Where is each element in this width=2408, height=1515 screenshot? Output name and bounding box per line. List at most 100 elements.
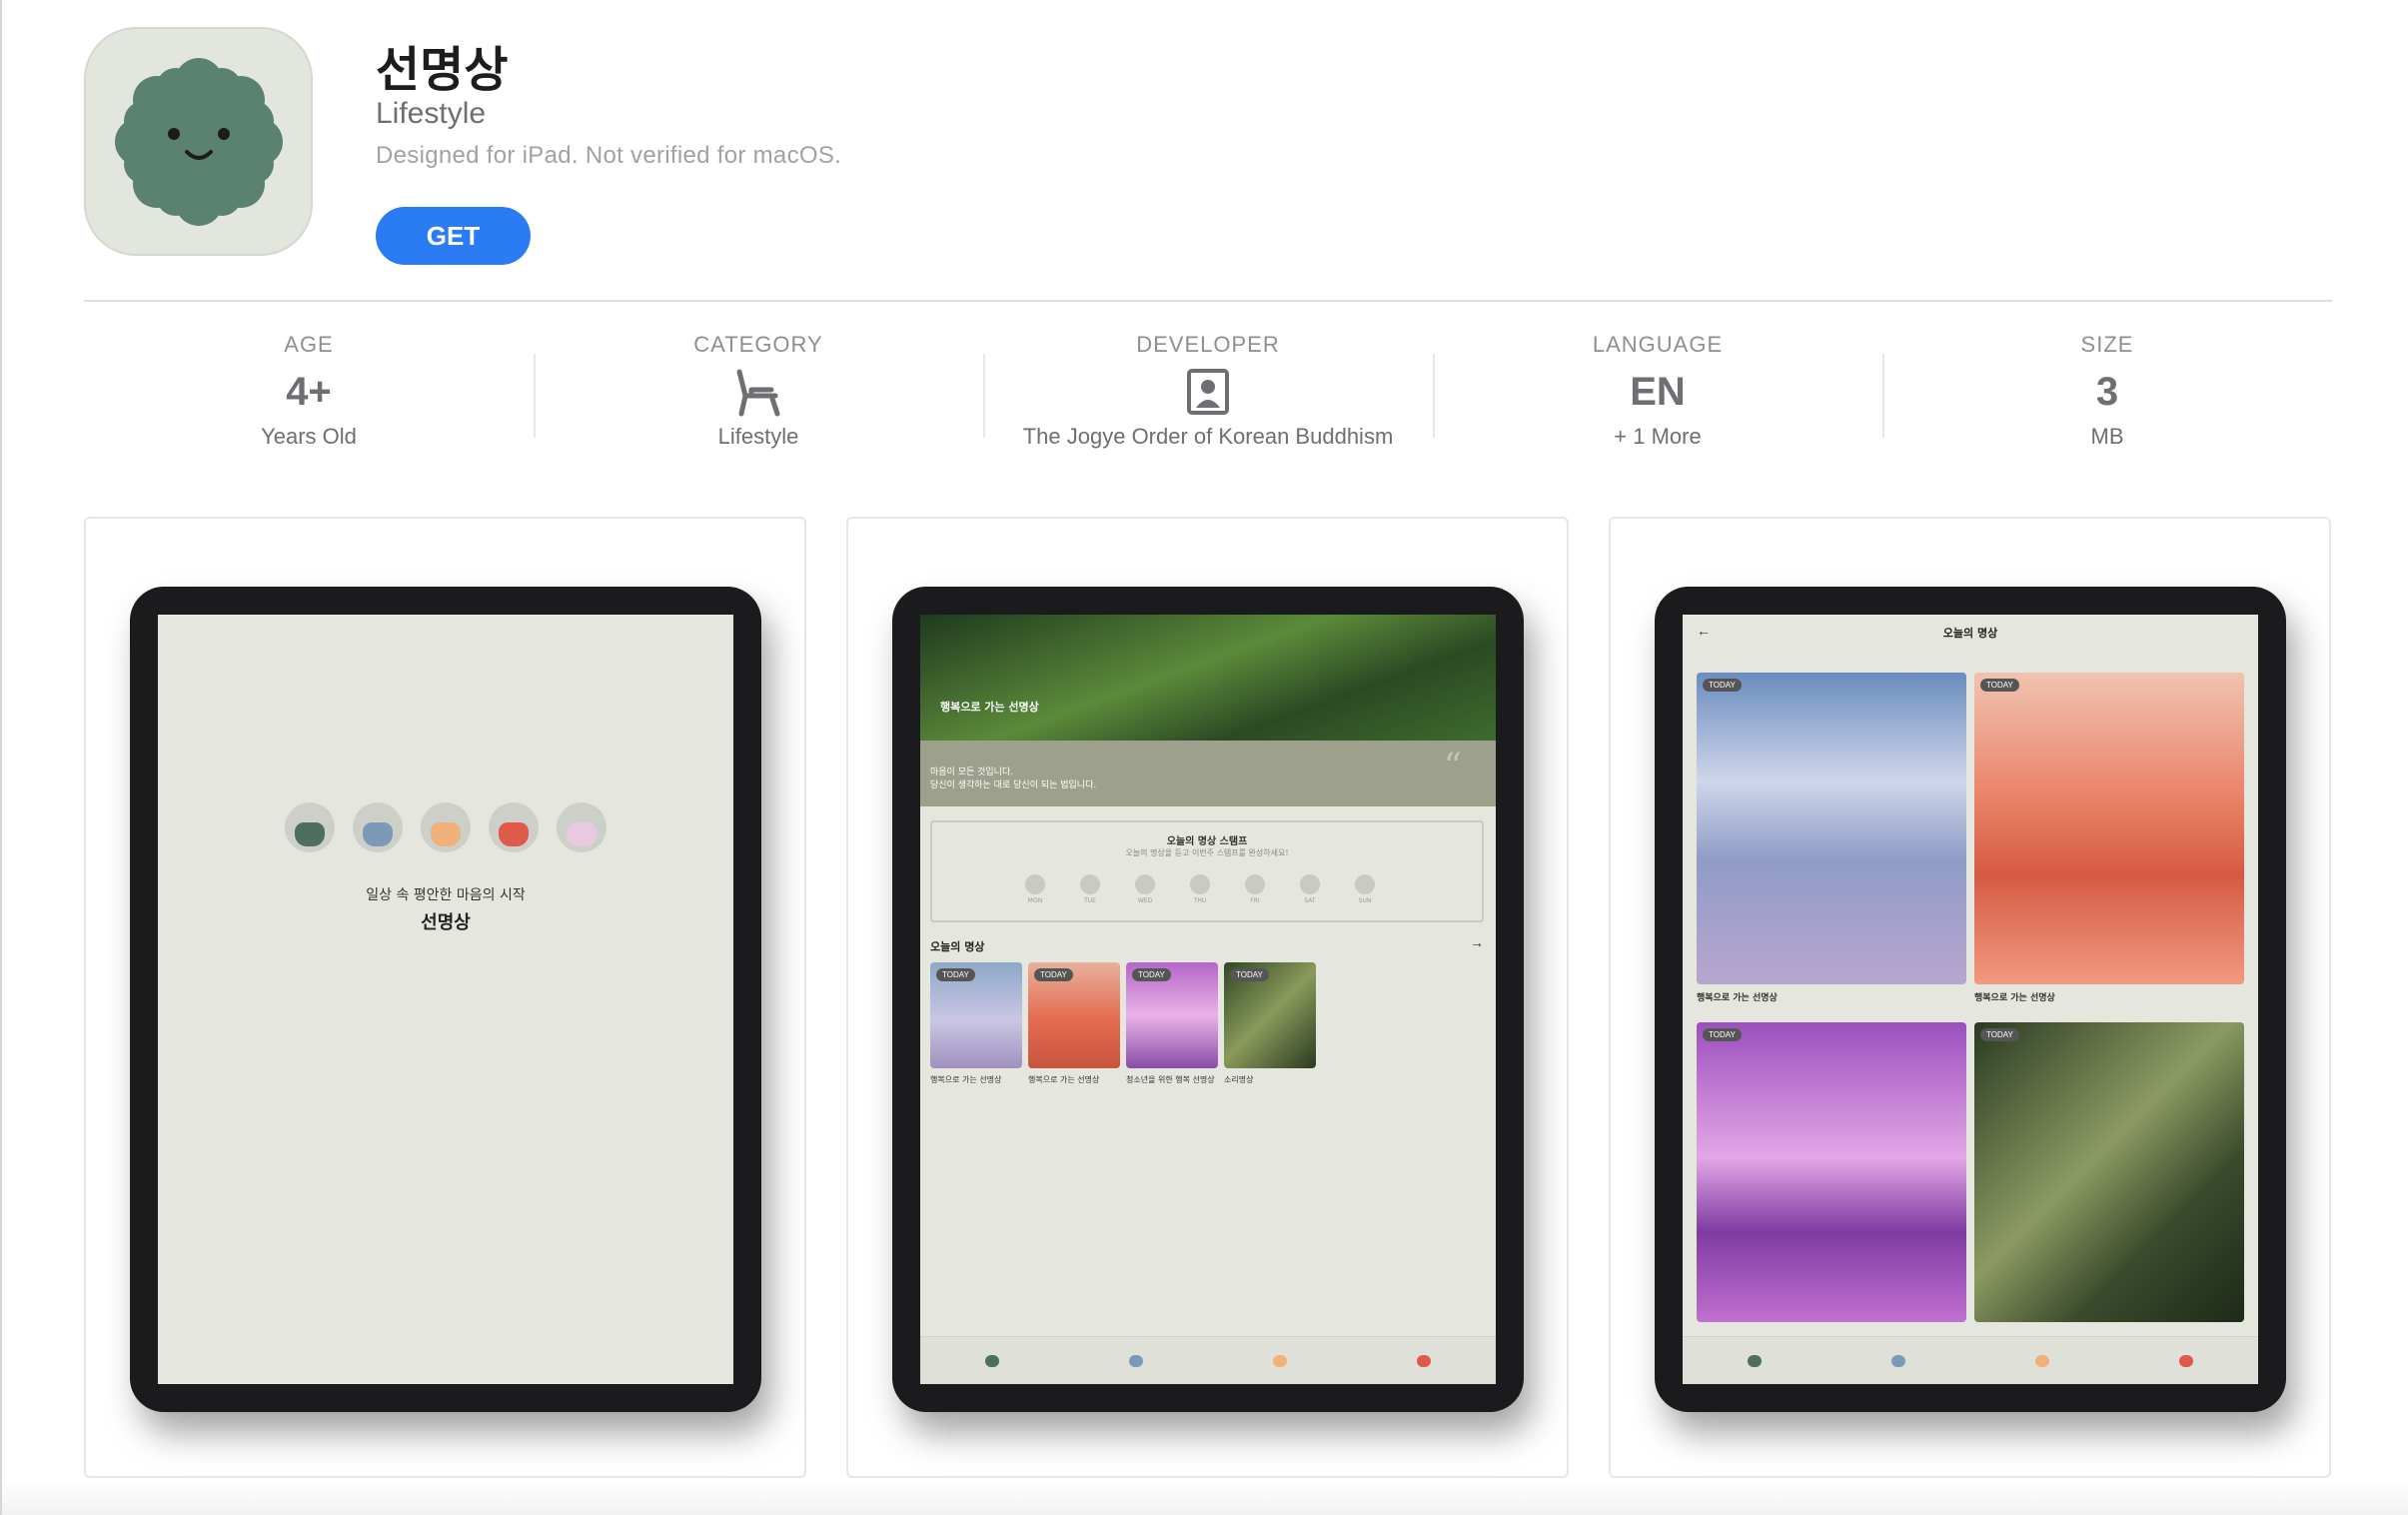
- mascot-pink-icon: [557, 802, 606, 852]
- get-button[interactable]: GET: [376, 207, 531, 265]
- tab-meditation-icon[interactable]: [1129, 1354, 1143, 1367]
- tab-meditation-icon[interactable]: [1891, 1354, 1905, 1367]
- arrow-right-icon[interactable]: →: [1470, 934, 1484, 950]
- info-category[interactable]: CATEGORY Lifestyle: [534, 312, 983, 464]
- card-thumb-3[interactable]: TODAY: [1126, 962, 1218, 1068]
- info-developer[interactable]: DEVELOPER The Jogye Order of Korean Budd…: [983, 312, 1433, 464]
- stamp-day: FRI: [1244, 874, 1266, 904]
- stamp-circle-icon: [1355, 874, 1375, 894]
- section-title: 오늘의 명상: [930, 940, 985, 953]
- stamp-day: SUN: [1354, 874, 1376, 904]
- tab-home-icon[interactable]: [985, 1354, 999, 1367]
- mascot-orange-icon: [421, 802, 471, 852]
- today-tag: TODAY: [1703, 679, 1742, 692]
- splash-tagline: 일상 속 평안한 마음의 시작: [366, 887, 526, 903]
- compatibility-note: Designed for iPad. Not verified for macO…: [376, 142, 842, 169]
- today-tag: TODAY: [1980, 679, 2019, 692]
- mascot-green-icon: [285, 802, 335, 852]
- card-title-4: 소리명상: [1224, 1075, 1254, 1084]
- chair-icon: [731, 366, 785, 418]
- splash-title: 선명상: [421, 912, 471, 933]
- tab-community-icon[interactable]: [2035, 1354, 2049, 1367]
- splash-screen: 일상 속 평안한 마음의 시작 선명상: [158, 615, 733, 1384]
- quote-icon: “: [1443, 747, 1462, 787]
- screenshot-3[interactable]: ← 오늘의 명상 TODAY TODAY 행복으로 가는 선명상 행복으로 가는…: [1609, 517, 2331, 1478]
- card-thumb-2[interactable]: TODAY: [1028, 962, 1120, 1068]
- divider: [84, 300, 2332, 302]
- card-title-1: 행복으로 가는 선명상: [1697, 993, 1778, 1003]
- age-label: AGE: [284, 332, 334, 357]
- app-store-page: 선명상 Lifestyle Designed for iPad. Not ver…: [0, 0, 2408, 1515]
- ipad-frame: 행복으로 가는 선명상 마음이 모든 것입니다. 당신이 생각하는 대로 당신이…: [892, 587, 1524, 1412]
- size-value: 3: [2095, 369, 2119, 414]
- age-sub: Years Old: [261, 424, 357, 449]
- today-tag: TODAY: [1230, 968, 1269, 981]
- ipad-frame: ← 오늘의 명상 TODAY TODAY 행복으로 가는 선명상 행복으로 가는…: [1655, 587, 2286, 1412]
- tab-bar: [920, 1336, 1496, 1384]
- today-tag: TODAY: [936, 968, 975, 981]
- info-age: AGE 4+ Years Old: [84, 312, 534, 464]
- hero-title: 행복으로 가는 선명상: [940, 701, 1039, 714]
- screenshot-2[interactable]: 행복으로 가는 선명상 마음이 모든 것입니다. 당신이 생각하는 대로 당신이…: [846, 517, 1569, 1478]
- developer-name[interactable]: The Jogye Order of Korean Buddhism: [1023, 424, 1394, 450]
- mascot-red-icon: [489, 802, 539, 852]
- home-screen: 행복으로 가는 선명상 마음이 모든 것입니다. 당신이 생각하는 대로 당신이…: [920, 615, 1496, 1384]
- age-value: 4+: [286, 369, 332, 414]
- screen-header: 오늘의 명상: [1942, 627, 1998, 640]
- stamp-day-label: WED: [1137, 897, 1153, 904]
- stamp-circle-icon: [1080, 874, 1100, 894]
- stamp-subtitle: 오늘의 명상을 듣고 이번주 스탬프를 완성하세요!: [1125, 848, 1289, 857]
- stamp-day-label: MON: [1027, 897, 1043, 904]
- stamp-day-label: THU: [1193, 897, 1207, 904]
- tab-home-icon[interactable]: [1748, 1354, 1762, 1367]
- card-thumb-2[interactable]: TODAY: [1974, 673, 2244, 984]
- mascot-icon: [114, 57, 283, 226]
- stamp-circle-icon: [1300, 874, 1320, 894]
- today-tag: TODAY: [1703, 1028, 1742, 1041]
- card-thumb-1[interactable]: TODAY: [930, 962, 1022, 1068]
- tab-bar: [1683, 1336, 2258, 1384]
- app-icon: [84, 27, 313, 256]
- stamp-day: WED: [1134, 874, 1156, 904]
- tab-ai-icon[interactable]: [2179, 1354, 2193, 1367]
- quote-line-1: 마음이 모든 것입니다.: [930, 767, 1014, 777]
- mascot-row: [158, 802, 733, 857]
- stamp-day: MON: [1024, 874, 1046, 904]
- stamp-title: 오늘의 명상 스탬프: [1166, 836, 1248, 847]
- tab-community-icon[interactable]: [1273, 1354, 1287, 1367]
- mascot-blue-icon: [353, 802, 403, 852]
- info-language: LANGUAGE EN + 1 More: [1433, 312, 1882, 464]
- developer-label: DEVELOPER: [1136, 332, 1280, 357]
- info-size: SIZE 3 MB: [1882, 312, 2332, 464]
- card-thumb-3[interactable]: TODAY: [1697, 1022, 1966, 1322]
- language-sub: + 1 More: [1614, 424, 1702, 449]
- card-title-3: 청소년을 위한 행복 선명상: [1126, 1075, 1215, 1084]
- stamp-day-label: FRI: [1250, 897, 1260, 904]
- today-tag: TODAY: [1980, 1028, 2019, 1041]
- today-meditation-screen: ← 오늘의 명상 TODAY TODAY 행복으로 가는 선명상 행복으로 가는…: [1683, 615, 2258, 1384]
- bottom-shade: [2, 1479, 2408, 1515]
- ipad-frame: 일상 속 평안한 마음의 시작 선명상: [130, 587, 761, 1412]
- stamp-day-label: SUN: [1358, 897, 1372, 904]
- app-title: 선명상: [376, 42, 509, 98]
- stamp-day-label: SAT: [1304, 897, 1316, 904]
- stamp-circle-icon: [1190, 874, 1210, 894]
- today-tag: TODAY: [1132, 968, 1171, 981]
- card-thumb-4[interactable]: TODAY: [1974, 1022, 2244, 1322]
- stamp-days: MON TUE WED THU FRI SAT SUN: [1024, 874, 1376, 904]
- info-row: AGE 4+ Years Old CATEGORY Lifestyle DEVE…: [84, 312, 2332, 464]
- app-category[interactable]: Lifestyle: [376, 97, 486, 131]
- screenshot-1[interactable]: 일상 속 평안한 마음의 시작 선명상: [84, 517, 806, 1478]
- card-thumb-1[interactable]: TODAY: [1697, 673, 1966, 984]
- today-tag: TODAY: [1034, 968, 1073, 981]
- stamp-day: SAT: [1299, 874, 1321, 904]
- quote-banner: 마음이 모든 것입니다. 당신이 생각하는 대로 당신이 되는 법입니다. “: [920, 741, 1496, 806]
- stamp-circle-icon: [1245, 874, 1265, 894]
- card-thumb-4[interactable]: TODAY: [1224, 962, 1316, 1068]
- tab-ai-icon[interactable]: [1417, 1354, 1431, 1367]
- stamp-card[interactable]: 오늘의 명상 스탬프 오늘의 명상을 듣고 이번주 스탬프를 완성하세요! MO…: [930, 820, 1484, 922]
- size-label: SIZE: [2080, 332, 2134, 357]
- stamp-day-label: TUE: [1084, 897, 1096, 904]
- stamp-circle-icon: [1135, 874, 1155, 894]
- size-sub: MB: [2090, 424, 2124, 449]
